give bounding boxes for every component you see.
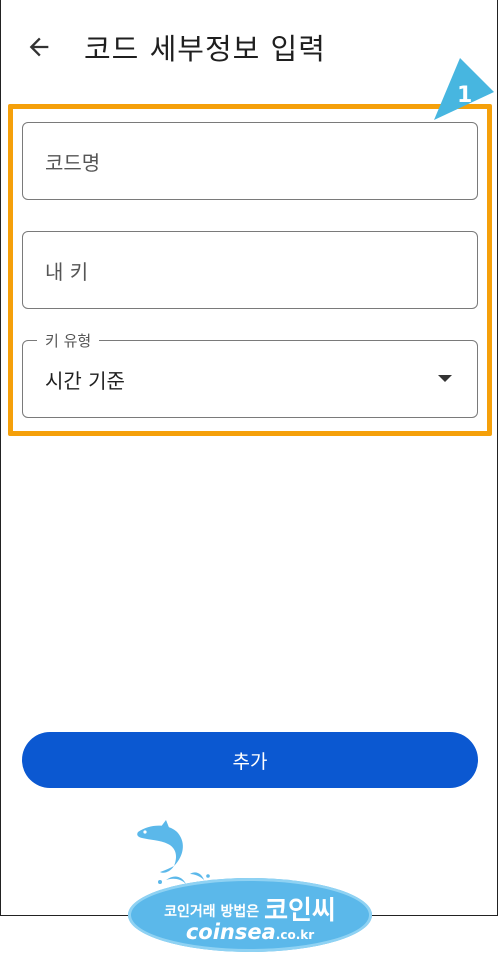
code-name-placeholder: 코드명 [45, 151, 101, 175]
add-button[interactable]: 추가 [22, 732, 478, 788]
key-type-select[interactable]: 키 유형 시간 기준 [22, 330, 478, 418]
app-bar: 코드 세부정보 입력 [0, 0, 500, 96]
watermark-line2: coinsea.co.kr [128, 920, 372, 944]
dropdown-arrow-icon[interactable] [438, 375, 452, 382]
step-number: 1 [457, 83, 472, 108]
code-name-field[interactable]: 코드명 [22, 122, 478, 200]
page-title: 코드 세부정보 입력 [84, 32, 326, 66]
my-key-field[interactable]: 내 키 [22, 231, 478, 309]
key-type-label: 키 유형 [37, 330, 100, 351]
watermark-tld: .co.kr [275, 928, 315, 942]
watermark-site: coinsea [185, 920, 276, 944]
key-type-value: 시간 기준 [45, 369, 125, 393]
watermark-badge: 코인거래 방법은 코인씨 coinsea.co.kr [128, 878, 372, 952]
watermark-prefix: 코인거래 방법은 [164, 904, 260, 920]
back-button[interactable] [22, 30, 56, 64]
my-key-placeholder: 내 키 [45, 260, 89, 284]
arrow-left-icon [29, 37, 49, 57]
step-marker: 1 [434, 58, 494, 120]
